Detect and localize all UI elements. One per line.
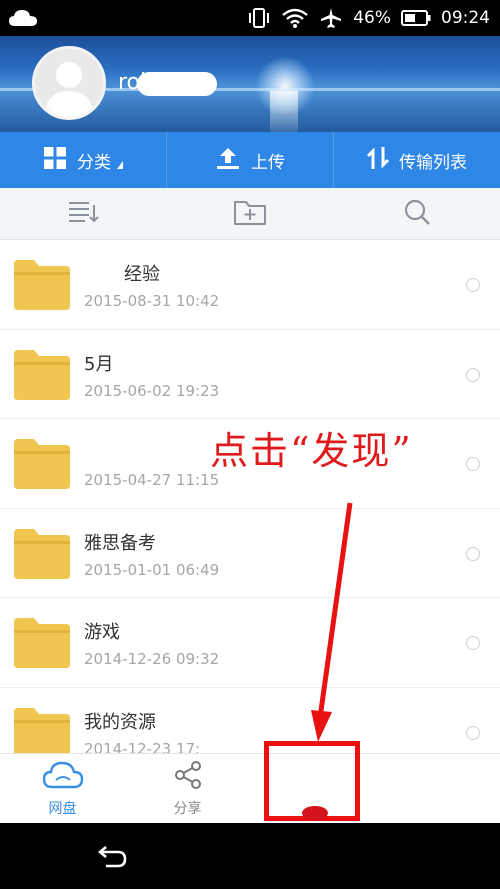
annotation-arrow <box>311 502 353 742</box>
tap-marker <box>302 806 328 820</box>
